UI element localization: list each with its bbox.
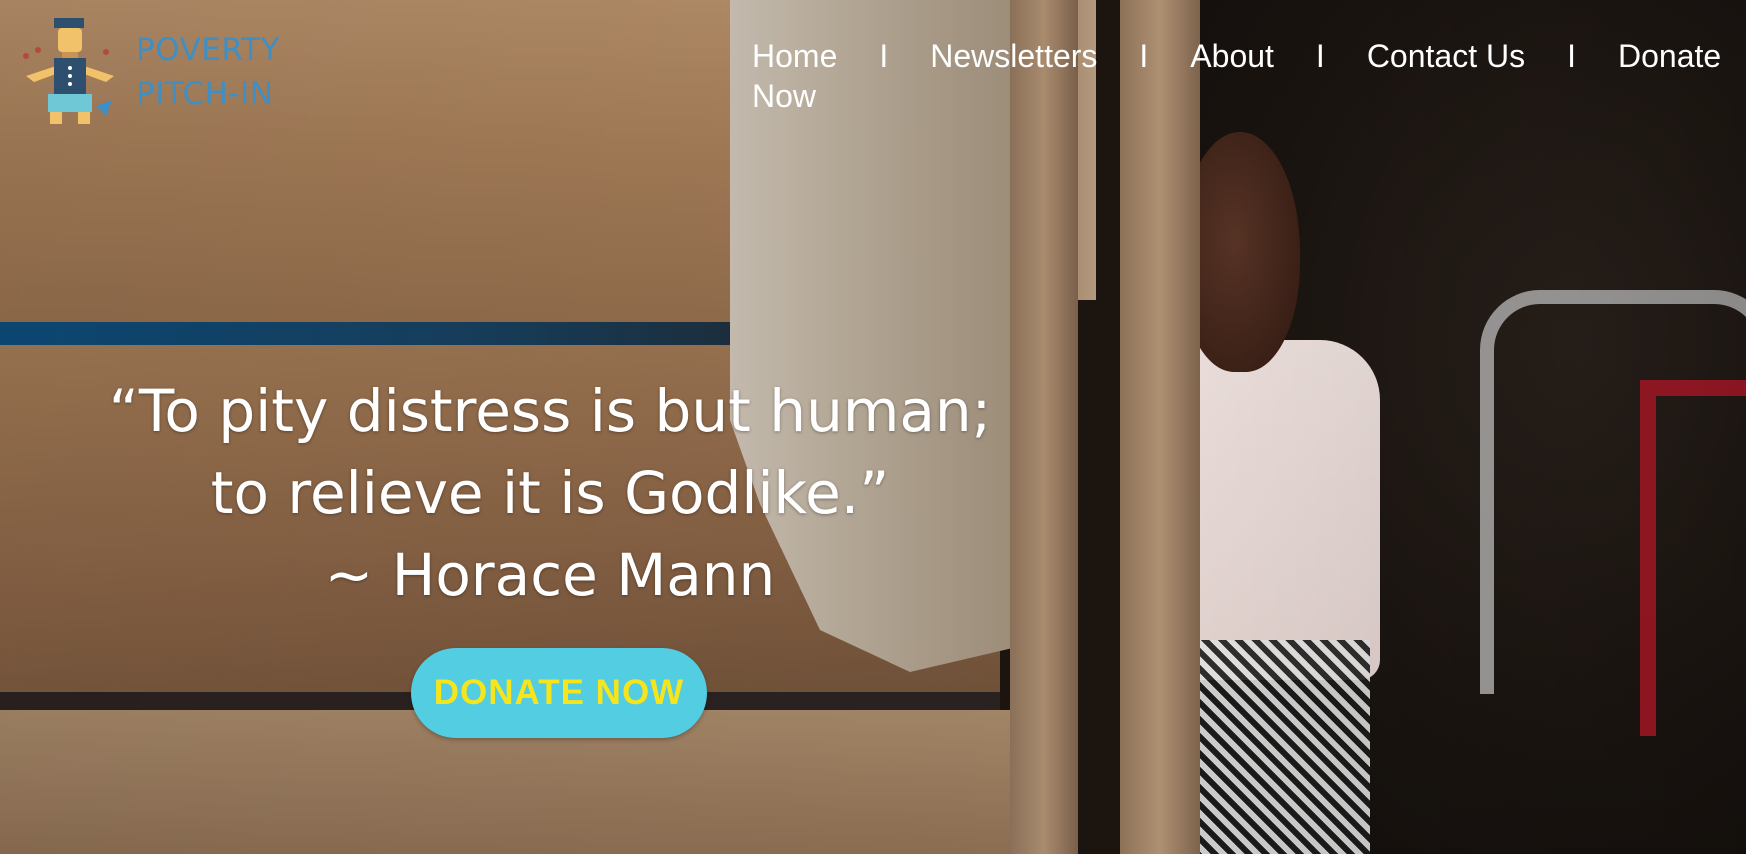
nav-contact-us[interactable]: Contact Us [1367,38,1525,74]
nav-home[interactable]: Home [752,38,837,74]
logo-line-2: PITCH-IN [136,76,274,112]
donate-now-button[interactable]: DONATE NOW [411,648,707,738]
nav-newsletters[interactable]: Newsletters [930,38,1097,74]
nav-separator: I [879,38,889,74]
quote-attribution: ~ Horace Mann [324,541,776,609]
logo-line-1: POVERTY [136,32,280,68]
hero-section: POVERTY PITCH-IN Home I Newsletters I About I… [0,0,1746,854]
nav-separator: I [1139,38,1149,74]
site-logo[interactable]: POVERTY PITCH-IN [16,16,296,126]
quote-line-1: “To pity distress is but human; [108,377,992,445]
logo-wordmark: POVERTY PITCH-IN [136,28,280,116]
nav-about[interactable]: About [1190,38,1274,74]
quote-line-2: to relieve it is Godlike.” [210,459,890,527]
hero-quote: “To pity distress is but human; to relie… [100,370,1000,616]
main-nav: Home I Newsletters I About I Contact Us I Donate… [752,36,1746,116]
nav-separator: I [1315,38,1325,74]
nav-separator: I [1567,38,1576,74]
volunteer-figure-icon [23,18,114,124]
